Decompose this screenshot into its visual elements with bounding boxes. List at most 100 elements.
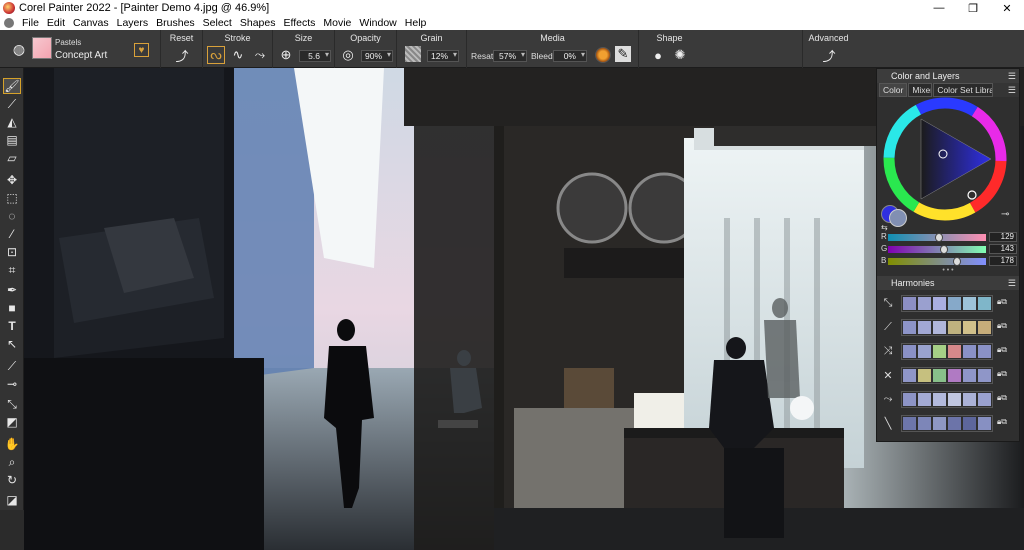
harmony-swatch[interactable] (978, 345, 991, 358)
color-wheel-area[interactable]: ⇆ ⊸ (877, 97, 1019, 232)
lock-icon[interactable]: 🔒︎⧉ (997, 345, 1007, 355)
rgb-slider-b[interactable]: B 178 (877, 256, 1019, 267)
harmony-swatch[interactable] (948, 321, 961, 334)
lock-icon[interactable]: 🔒︎⧉ (997, 369, 1007, 379)
panel-header[interactable]: Color and Layers ☰ (877, 69, 1019, 83)
b-slider-knob[interactable] (953, 257, 961, 266)
menu-movie[interactable]: Movie (319, 16, 355, 30)
stroke-options-icon[interactable]: ⤳ (251, 46, 269, 64)
text-tool-icon[interactable]: T (3, 318, 21, 334)
menu-shapes[interactable]: Shapes (236, 16, 280, 30)
harmony-swatch[interactable] (903, 393, 916, 406)
tab-color[interactable]: Color (879, 83, 908, 97)
transform-icon[interactable]: ⊡ (3, 244, 21, 260)
tetradic-harmony-icon[interactable]: ✕ (880, 367, 896, 383)
opacity-field[interactable]: 90% (361, 50, 393, 62)
harmony-swatch[interactable] (918, 369, 931, 382)
brush-preview-icon[interactable] (32, 37, 52, 59)
harmony-swatch[interactable] (918, 417, 931, 430)
rgb-slider-r[interactable]: R 129 (877, 232, 1019, 243)
brush-library-icon[interactable]: ◍ (10, 40, 28, 58)
harmony-swatch[interactable] (948, 345, 961, 358)
perspective-guides-icon[interactable]: ⤡ (3, 396, 21, 412)
harmony-swatch[interactable] (948, 393, 961, 406)
lasso-icon[interactable]: ◌ (3, 208, 21, 224)
opacity-dial-icon[interactable]: ◎ (339, 46, 357, 64)
harmony-swatch[interactable] (933, 345, 946, 358)
panel-menu-icon[interactable]: ☰ (1008, 71, 1016, 82)
rectangle-shape-icon[interactable]: ■ (3, 300, 21, 316)
color-swatch-icon[interactable]: ◪ (3, 492, 21, 508)
rect-select-icon[interactable]: ⬚ (3, 190, 21, 206)
harmony-swatch[interactable] (978, 369, 991, 382)
menu-canvas[interactable]: Canvas (69, 16, 113, 30)
color-dropper-icon[interactable]: ⊸ (1001, 209, 1009, 220)
main-color-swatch[interactable] (889, 209, 907, 227)
harmony-swatch[interactable] (903, 417, 916, 430)
harmony-swatch[interactable] (918, 297, 931, 310)
size-field[interactable]: 5.6 (299, 50, 331, 62)
harmony-swatch[interactable] (918, 393, 931, 406)
harmony-row[interactable]: ⟋ 🔒︎⧉ (877, 316, 1019, 338)
shape-selection-icon[interactable]: ↖ (3, 336, 21, 352)
harmony-swatch[interactable] (948, 297, 961, 310)
spray-shape-icon[interactable]: ✺ (671, 46, 689, 64)
harmony-swatch[interactable] (963, 393, 976, 406)
pen-tool-icon[interactable]: ✒ (3, 282, 21, 298)
reset-brush-icon[interactable]: ⤴ (173, 46, 191, 64)
menu-help[interactable]: Help (401, 16, 431, 30)
menu-file[interactable]: File (18, 16, 43, 30)
harmony-swatch[interactable] (978, 321, 991, 334)
magnifier-icon[interactable]: ⌕ (3, 454, 21, 470)
crop-icon[interactable]: ⌗ (3, 262, 21, 278)
harmonies-header[interactable]: Harmonies ☰ (877, 276, 1019, 290)
magic-wand-icon[interactable]: ⁄ (3, 226, 21, 242)
analogous-harmony-icon[interactable]: ⟋ (880, 319, 896, 335)
g-value-field[interactable]: 143 (989, 244, 1017, 254)
paint-color-icon[interactable] (595, 47, 611, 63)
lock-icon[interactable]: 🔒︎⧉ (997, 321, 1007, 331)
harmony-swatches[interactable] (901, 391, 993, 408)
bleed-field[interactable]: 0% (553, 50, 587, 62)
grain-paper-icon[interactable] (405, 46, 421, 62)
harmony-swatch[interactable] (978, 417, 991, 430)
harmony-swatch[interactable] (978, 297, 991, 310)
cloner-icon[interactable]: ⊸ (3, 376, 21, 392)
swap-colors-icon[interactable]: ⇆ (881, 223, 888, 232)
lock-icon[interactable]: 🔒︎⧉ (997, 297, 1007, 307)
brush-tool-icon[interactable]: 🖌 (3, 78, 21, 94)
grain-field[interactable]: 12% (427, 50, 459, 62)
menu-select[interactable]: Select (199, 16, 236, 30)
lock-icon[interactable]: 🔒︎⧉ (997, 417, 1007, 427)
freehand-stroke-icon[interactable]: ᔓ (207, 46, 225, 64)
menu-brushes[interactable]: Brushes (152, 16, 199, 30)
close-button[interactable]: ✕ (990, 0, 1024, 16)
panel-resize-dots[interactable]: • • • (877, 267, 1019, 276)
harmony-swatch[interactable] (933, 321, 946, 334)
minimize-button[interactable]: — (922, 0, 956, 16)
harmony-swatch[interactable] (933, 393, 946, 406)
harmony-swatch[interactable] (933, 369, 946, 382)
harmonies-menu-icon[interactable]: ☰ (1008, 278, 1016, 289)
r-value-field[interactable]: 129 (989, 232, 1017, 242)
harmony-row[interactable]: ⤡ 🔒︎⧉ (877, 292, 1019, 314)
harmony-swatch[interactable] (963, 321, 976, 334)
tab-mixer[interactable]: Mixer (908, 83, 933, 97)
harmony-swatch[interactable] (903, 369, 916, 382)
harmony-swatch[interactable] (963, 345, 976, 358)
b-value-field[interactable]: 178 (989, 256, 1017, 266)
harmony-swatch[interactable] (903, 297, 916, 310)
harmony-swatch[interactable] (918, 345, 931, 358)
split-harmony-icon[interactable]: ⤳ (880, 391, 896, 407)
advanced-brush-icon[interactable]: ⤴ (820, 46, 838, 64)
harmony-swatch[interactable] (963, 417, 976, 430)
harmony-swatches[interactable] (901, 367, 993, 384)
harmony-swatches[interactable] (901, 295, 993, 312)
menu-edit[interactable]: Edit (43, 16, 69, 30)
tab-color-set-libraries[interactable]: Color Set Libraries (933, 83, 994, 97)
harmony-swatch[interactable] (903, 345, 916, 358)
harmony-swatch[interactable] (963, 297, 976, 310)
harmony-row[interactable]: ⤳ 🔒︎⧉ (877, 388, 1019, 410)
monochrome-harmony-icon[interactable]: ╲ (880, 415, 896, 431)
lock-icon[interactable]: 🔒︎⧉ (997, 393, 1007, 403)
